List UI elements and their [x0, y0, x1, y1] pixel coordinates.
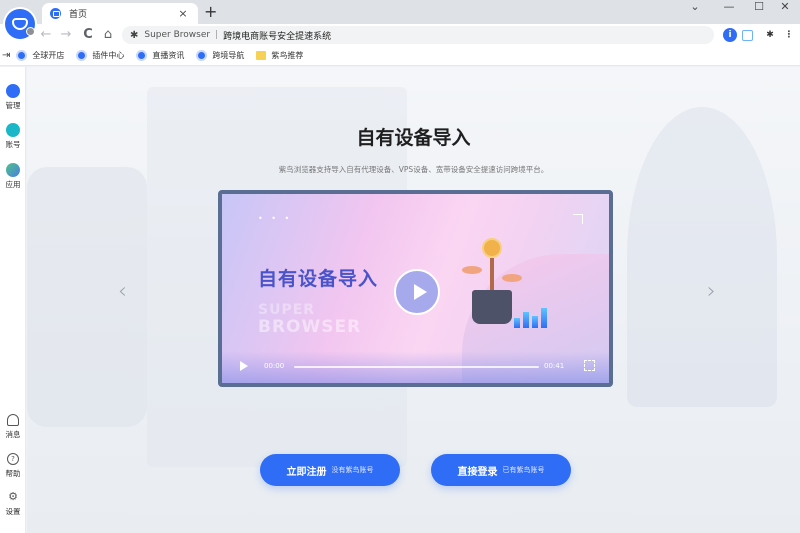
bookmark-favicon-icon — [136, 50, 148, 61]
plant-leaf — [502, 274, 522, 282]
help-icon: ? — [7, 453, 19, 465]
sidebar-label: 管理 — [5, 101, 21, 110]
forward-button[interactable]: → — [58, 27, 74, 43]
bookmark-label: 紫鸟推荐 — [271, 51, 304, 60]
video-watermark: SUPER — [258, 302, 316, 318]
new-tab-button[interactable]: + — [204, 4, 217, 20]
video-player[interactable]: • • • 自有设备导入 SUPER BROWSER 00:00 00:41 — [218, 190, 613, 387]
background-decoration — [27, 167, 147, 427]
video-corner-decoration — [573, 214, 583, 224]
bookmark-label: 全球开店 — [32, 51, 65, 60]
money-plant-illustration — [462, 236, 562, 336]
bookmark-label: 插件中心 — [92, 51, 125, 60]
info-icon[interactable]: i — [723, 28, 737, 42]
back-button[interactable]: ← — [38, 27, 54, 43]
address-page-title: 跨境电商账号安全提速系统 — [223, 31, 332, 42]
register-label: 立即注册 — [286, 466, 327, 478]
bookmarks-bar: ⇥ 全球开店 插件中心 直播资讯 跨境导航 紫鸟推荐 — [0, 46, 800, 66]
tab-title: 首页 — [69, 10, 88, 20]
gear-icon: ⚙ — [8, 490, 18, 503]
page-subtitle: 紫鸟浏览器支持导入自有代理设备、VPS设备、宽带设备安全提速访问跨境平台。 — [278, 165, 549, 174]
register-button[interactable]: 立即注册 没有紫鸟账号 — [260, 454, 400, 486]
account-icon — [6, 123, 20, 137]
video-title: 自有设备导入 — [258, 268, 379, 290]
sidebar-item-settings[interactable]: ⚙ 设置 — [0, 491, 26, 517]
bookmark-label: 直播资讯 — [152, 51, 185, 60]
reload-button[interactable]: C — [80, 27, 96, 43]
login-button[interactable]: 直接登录 已有紫鸟账号 — [431, 454, 571, 486]
plant-leaf — [462, 266, 482, 274]
bookmark-item[interactable]: 插件中心 — [76, 50, 124, 61]
tab-favicon-icon — [50, 8, 61, 19]
sidebar-label: 应用 — [5, 180, 21, 189]
video-progress-bar[interactable] — [294, 366, 539, 368]
play-icon[interactable] — [240, 361, 248, 371]
bookmark-favicon-icon — [76, 50, 88, 61]
sidebar-item-help[interactable]: ? 帮助 — [0, 453, 26, 479]
sidebar-label: 帮助 — [5, 469, 21, 478]
video-watermark: BROWSER — [258, 317, 362, 337]
bar — [514, 318, 520, 328]
shield-logo-icon — [12, 18, 28, 30]
extension-puzzle-icon: ✱ — [130, 29, 139, 41]
minimize-button[interactable]: — — [714, 0, 744, 14]
coin-icon — [482, 238, 502, 258]
login-hint: 已有紫鸟账号 — [502, 466, 545, 474]
duration: 00:41 — [544, 362, 565, 370]
bell-icon — [7, 414, 19, 426]
close-window-button[interactable]: ✕ — [770, 0, 800, 14]
address-bar[interactable]: ✱ Super Browser | 跨境电商账号安全提速系统 — [122, 26, 714, 44]
extensions-icon[interactable]: ✱ — [763, 28, 777, 42]
bookmark-favicon-icon — [196, 50, 208, 61]
sidebar-item-apps[interactable]: 应用 — [0, 163, 26, 190]
address-site-name: Super Browser — [144, 30, 211, 40]
plant-pot — [472, 290, 512, 324]
bookmark-item[interactable]: 直播资讯 — [136, 50, 184, 61]
home-button[interactable]: ⌂ — [100, 27, 116, 43]
folder-icon — [256, 51, 267, 60]
tab-home[interactable]: 首页 × — [42, 3, 198, 24]
background-decoration — [627, 107, 777, 407]
sidebar-label: 设置 — [5, 507, 21, 516]
current-time: 00:00 — [264, 362, 285, 370]
bookmark-favicon-icon — [16, 50, 28, 61]
left-sidebar: 管理 账号 应用 消息 ? 帮助 ⚙ 设置 — [0, 67, 26, 533]
carousel-next-button[interactable]: › — [707, 279, 716, 304]
sidebar-item-manage[interactable]: 管理 — [0, 84, 26, 111]
register-hint: 没有紫鸟账号 — [331, 466, 374, 474]
sidebar-label: 消息 — [5, 430, 21, 439]
sidebar-label: 账号 — [5, 140, 21, 149]
login-label: 直接登录 — [457, 466, 498, 478]
sidebar-item-messages[interactable]: 消息 — [0, 414, 26, 440]
video-controls: 00:00 00:41 — [222, 351, 609, 383]
bar-chart-illustration — [514, 306, 547, 328]
manage-icon — [6, 84, 20, 98]
browser-toolbar: ← → C ⌂ ✱ Super Browser | 跨境电商账号安全提速系统 i… — [0, 24, 800, 46]
menu-icon[interactable]: ⋮ — [782, 28, 796, 42]
exit-icon[interactable]: ⇥ — [2, 50, 10, 61]
main-content: 自有设备导入 紫鸟浏览器支持导入自有代理设备、VPS设备、宽带设备安全提速访问跨… — [27, 67, 800, 533]
apps-icon — [6, 163, 20, 177]
bookmark-item[interactable]: 全球开店 — [16, 50, 64, 61]
bookmark-label: 跨境导航 — [212, 51, 245, 60]
plant-stem — [490, 258, 494, 292]
address-separator: | — [215, 30, 219, 40]
lock-badge-icon — [26, 27, 35, 36]
video-dots-decoration: • • • — [258, 214, 293, 223]
tab-search-dropdown-icon[interactable]: ⌄ — [680, 0, 710, 14]
translate-icon[interactable] — [742, 30, 753, 41]
sidebar-item-account[interactable]: 账号 — [0, 123, 26, 150]
tab-close-button[interactable]: × — [176, 7, 190, 20]
bookmark-folder[interactable]: 紫鸟推荐 — [256, 50, 303, 61]
bar — [523, 312, 529, 328]
title-bar: 首页 × + ⌄ — ☐ ✕ — [0, 0, 800, 24]
bar — [541, 308, 547, 328]
fullscreen-icon[interactable] — [584, 360, 595, 371]
page-title: 自有设备导入 — [356, 127, 471, 149]
bar — [532, 316, 538, 328]
video-play-button[interactable] — [394, 269, 440, 315]
carousel-prev-button[interactable]: ‹ — [118, 279, 127, 304]
bookmark-item[interactable]: 跨境导航 — [196, 50, 244, 61]
